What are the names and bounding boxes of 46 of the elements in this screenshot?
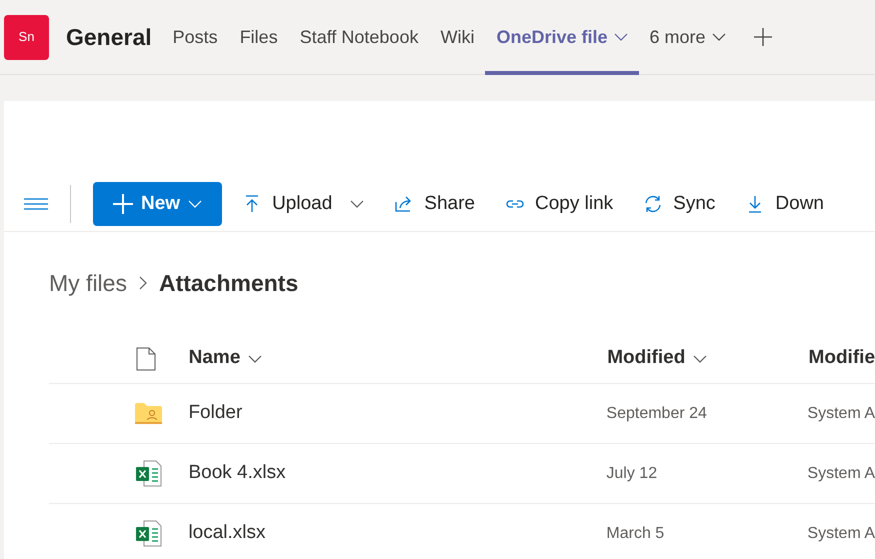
modified-by: System A <box>807 404 875 424</box>
toolbar-button[interactable]: Copy link <box>495 190 624 218</box>
chevron-right-icon <box>138 276 147 290</box>
chevron-down-icon <box>248 354 262 362</box>
channel-tab[interactable]: OneDrive file <box>485 0 638 74</box>
chevron-down-icon <box>712 33 726 41</box>
toolbar-button[interactable]: Upload <box>232 190 374 218</box>
toolbar-button[interactable]: Sync <box>633 190 726 218</box>
column-header[interactable]: Modified <box>607 344 809 373</box>
spreadsheet-file-icon <box>136 460 162 487</box>
add-icon[interactable] <box>752 27 773 47</box>
file-type-icon <box>136 346 156 370</box>
file-row[interactable]: Folder September 24 System A <box>49 384 875 444</box>
file-name: Folder <box>188 401 244 426</box>
channel-title: General <box>66 22 152 52</box>
breadcrumb-current: Attachments <box>158 268 298 298</box>
toolbar-button[interactable]: Down <box>735 190 834 218</box>
file-row[interactable]: local.xlsx March 5 System A <box>49 504 875 559</box>
channel-tab[interactable]: 6 more <box>638 0 737 74</box>
spreadsheet-file-icon <box>136 520 162 547</box>
folder-icon <box>135 403 162 424</box>
team-avatar: Sn <box>4 14 49 60</box>
menu-icon[interactable] <box>24 198 48 210</box>
breadcrumb-link[interactable]: My files <box>49 266 127 300</box>
channel-tab[interactable]: Files <box>228 0 289 74</box>
toolbar-button[interactable]: Share <box>384 190 485 218</box>
plus-icon <box>113 194 133 214</box>
modified-date: March 5 <box>606 524 666 544</box>
chevron-down-icon <box>614 33 628 41</box>
chevron-down-icon <box>350 200 364 208</box>
chevron-down-icon <box>693 354 708 362</box>
file-row[interactable]: Book 4.xlsx July 12 System A <box>49 444 875 504</box>
modified-date: September 24 <box>606 404 708 424</box>
channel-tab[interactable]: Posts <box>162 0 229 74</box>
file-name: Book 4.xlsx <box>188 461 287 486</box>
modified-by: System A <box>807 524 875 544</box>
channel-tab[interactable]: Wiki <box>429 0 486 74</box>
sync-icon <box>643 194 664 214</box>
chevron-down-icon <box>188 200 202 208</box>
column-header[interactable]: Modifie <box>808 344 875 373</box>
file-name: local.xlsx <box>188 521 267 546</box>
channel-tab[interactable]: Staff Notebook <box>288 0 430 74</box>
modified-by: System A <box>807 464 875 484</box>
column-header[interactable]: Name <box>188 344 608 373</box>
modified-date: July 12 <box>606 464 658 484</box>
new-button[interactable]: New <box>93 182 222 226</box>
